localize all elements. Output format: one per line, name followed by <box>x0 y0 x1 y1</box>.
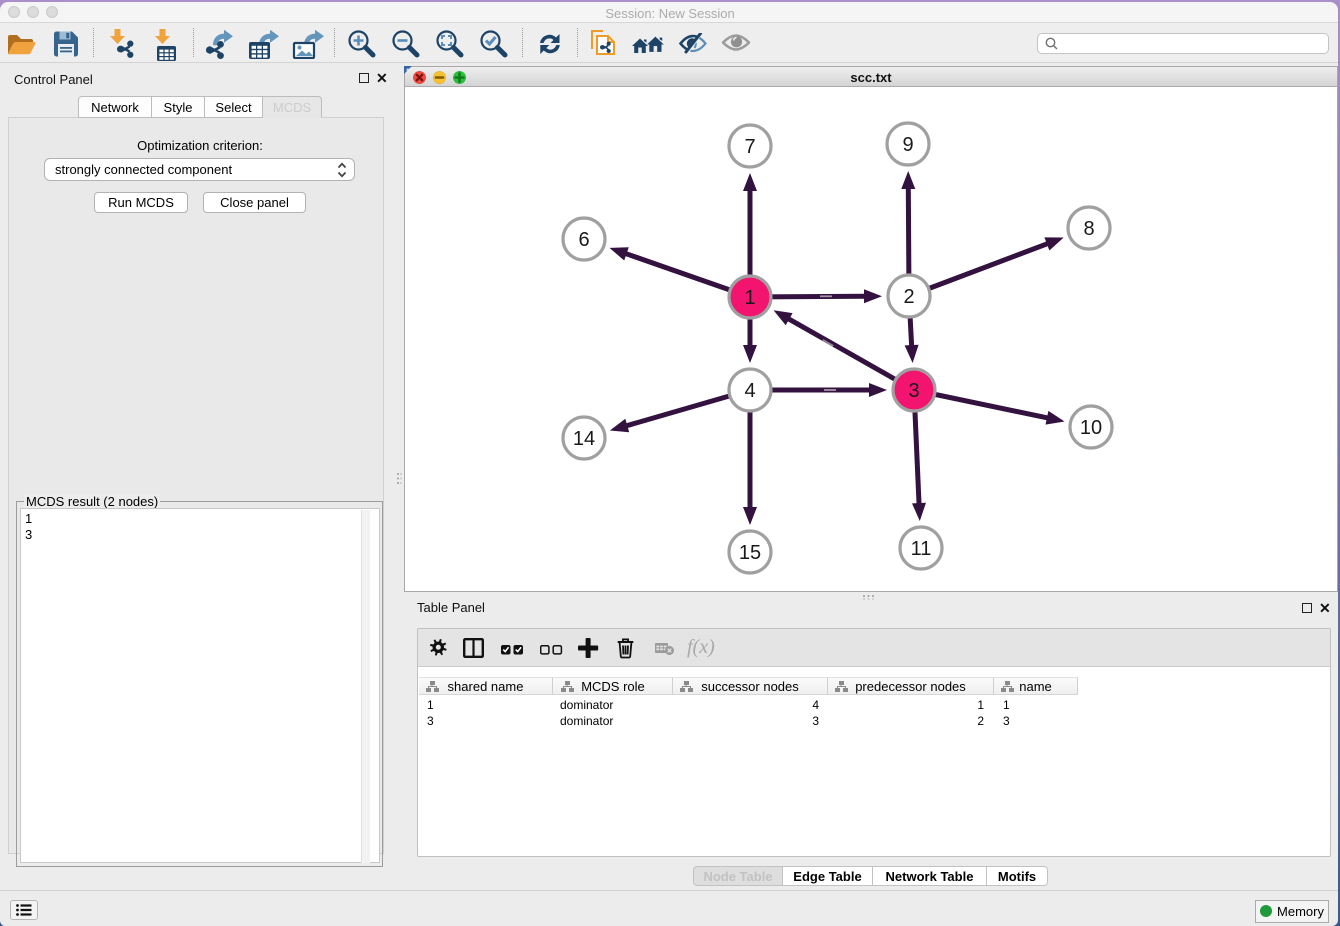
svg-text:8: 8 <box>1083 218 1094 240</box>
svg-text:9: 9 <box>902 134 913 156</box>
svg-text:11: 11 <box>911 538 932 560</box>
svg-text:2: 2 <box>903 286 914 308</box>
svg-text:4: 4 <box>744 380 755 402</box>
svg-text:3: 3 <box>908 380 919 402</box>
svg-text:1: 1 <box>744 287 755 309</box>
svg-text:7: 7 <box>744 136 755 158</box>
svg-text:10: 10 <box>1080 417 1102 439</box>
svg-text:14: 14 <box>573 428 595 450</box>
svg-text:6: 6 <box>578 229 589 251</box>
svg-text:15: 15 <box>739 542 761 564</box>
